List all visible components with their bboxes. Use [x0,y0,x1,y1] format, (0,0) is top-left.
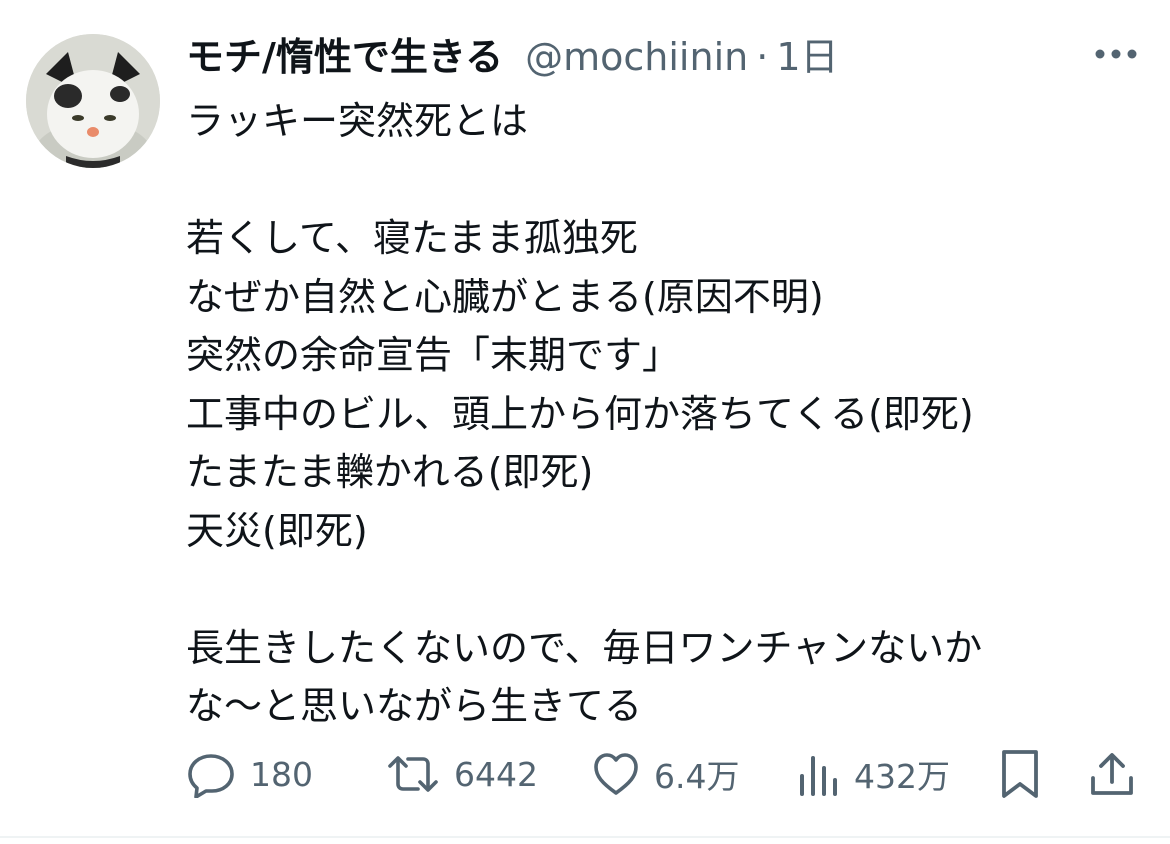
action-bar: 180 6442 6.4万 432万 [186,744,1146,804]
tweet-text-line: 天災(即死) [186,508,368,553]
separator-dot: · [756,35,769,79]
more-options-button[interactable] [1094,38,1138,70]
tweet-text-line: 工事中のビル、頭上から何か落ちてくる(即死) [186,391,974,436]
tweet-text-line: たまたま轢かれる(即死) [186,450,594,494]
share-button[interactable] [1088,744,1136,804]
tweet-text-line: 若くして、寝たまま孤独死 [186,216,638,260]
share-icon [1091,753,1133,795]
bookmark-icon [1002,750,1038,798]
retweet-icon [388,756,438,792]
like-count: 6.4万 [654,757,740,796]
tweet-text: ラッキー突然死とは 若くして、寝たまま孤独死 なぜか自然と心臓がとまる(原因不明… [186,92,1146,736]
retweet-button[interactable]: 6442 [386,744,538,804]
heart-icon [594,753,638,795]
views-count: 432万 [854,757,950,796]
tweet-text-line: ラッキー突然死とは [186,99,529,143]
reply-count: 180 [250,754,313,794]
display-name[interactable]: モチ/惰性で生きる [186,30,503,84]
cat-plush-avatar-image [26,34,160,168]
more-horizontal-icon [1095,49,1137,59]
views-icon [800,756,837,796]
tweet-header: モチ/惰性で生きる @mochiinin · 1日 [186,30,839,84]
like-button[interactable]: 6.4万 [592,744,739,804]
retweet-count: 6442 [454,754,538,794]
tweet: モチ/惰性で生きる @mochiinin · 1日 ラッキー突然死とは 若くして… [0,0,1170,838]
user-handle[interactable]: @mochiinin [525,30,748,84]
tweet-text-line [186,151,1146,210]
reply-icon [188,754,234,798]
tweet-text-line: なぜか自然と心臓がとまる(原因不明) [186,274,824,319]
bookmark-button[interactable] [998,744,1042,804]
tweet-text-line: 突然の余命宣告「末期です」 [186,333,681,377]
tweet-text-line: 長生きしたくないので、毎日ワンチャンないか [186,625,983,670]
tweet-text-line: な〜と思いながら生きてる [186,684,643,728]
tweet-text-line [186,560,1146,619]
timestamp[interactable]: 1日 [776,30,838,84]
avatar[interactable] [26,34,160,168]
views-button[interactable]: 432万 [796,744,950,804]
reply-button[interactable]: 180 [186,744,313,804]
